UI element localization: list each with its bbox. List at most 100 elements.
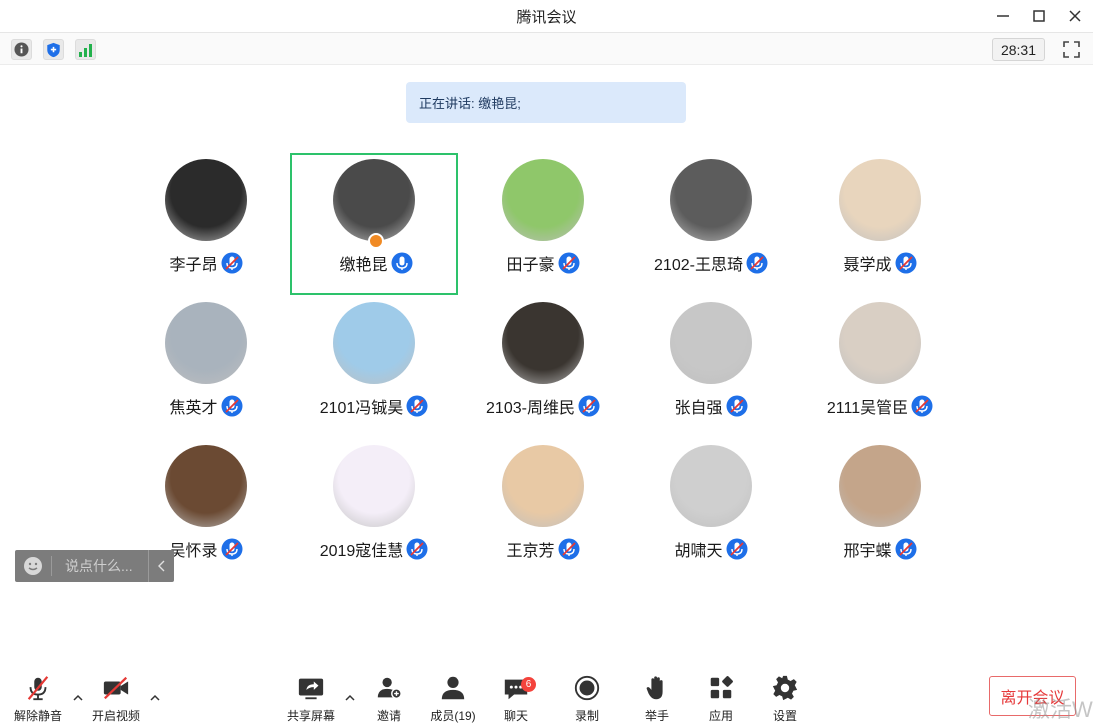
participant-name: 缴艳昆 <box>339 257 388 274</box>
mic-muted-icon <box>895 538 916 560</box>
mic-muted-icon <box>406 395 428 417</box>
participant-tile[interactable]: 2101冯铖昊 <box>290 296 458 438</box>
activation-watermark: 激活W <box>1028 697 1093 722</box>
participant-name: 张自强 <box>674 400 723 417</box>
mic-muted-icon <box>221 395 242 417</box>
maximize-icon <box>1033 10 1045 22</box>
chat-collapse-button[interactable] <box>148 550 174 582</box>
participant-name: 聂学成 <box>843 257 892 274</box>
participant-tile[interactable]: 田子豪 <box>459 153 627 295</box>
participant-name: 2111吴管臣 <box>826 400 909 417</box>
emoji-icon <box>24 557 42 575</box>
participant-tile[interactable]: 张自强 <box>627 296 795 438</box>
record-icon <box>574 675 600 701</box>
share-screen-icon <box>298 678 324 700</box>
chevron-left-icon <box>157 560 164 572</box>
record-label: 录制 <box>574 709 599 723</box>
meeting-toolbar: 28:31 <box>0 32 1093 65</box>
participant-tile[interactable]: 胡啸天 <box>627 439 795 581</box>
participant-label: 2101冯铖昊 <box>290 394 458 418</box>
fullscreen-icon <box>1063 41 1080 58</box>
emoji-button[interactable] <box>15 550 51 582</box>
chat-button[interactable]: 6 聊天 <box>486 674 546 724</box>
invite-label: 邀请 <box>376 709 401 723</box>
participant-tile[interactable]: 2111吴管臣 <box>796 296 964 438</box>
participant-tile[interactable]: 2019寇佳慧 <box>290 439 458 581</box>
chat-unread-badge: 6 <box>521 677 536 692</box>
participant-name: 2103-周维民 <box>486 400 575 417</box>
shield-icon <box>47 42 60 57</box>
speaking-banner: 正在讲话: 缴艳昆; <box>406 82 686 123</box>
signal-icon <box>79 43 92 57</box>
mic-muted-icon <box>911 395 933 417</box>
participant-tile[interactable]: 焦英才 <box>122 296 290 438</box>
apps-button[interactable]: 应用 <box>691 674 751 724</box>
mic-muted-icon <box>27 676 49 701</box>
participant-label: 焦英才 <box>122 394 290 418</box>
avatar <box>670 159 752 241</box>
share-screen-label: 共享屏幕 <box>286 709 335 723</box>
fullscreen-button[interactable] <box>1061 39 1082 60</box>
avatar <box>670 302 752 384</box>
participant-tile[interactable]: 缴艳昆 <box>290 153 458 295</box>
participant-name: 焦英才 <box>169 400 218 417</box>
participant-label: 王京芳 <box>459 537 627 561</box>
mic-muted-icon <box>221 538 242 560</box>
avatar <box>839 302 921 384</box>
participant-tile[interactable]: 李子昂 <box>122 153 290 295</box>
participant-label: 2019寇佳慧 <box>290 537 458 561</box>
window-title: 腾讯会议 <box>516 8 577 26</box>
mic-muted-icon <box>726 538 747 560</box>
participant-label: 张自强 <box>627 394 795 418</box>
start-video-button[interactable]: 开启视频 <box>86 674 146 724</box>
avatar <box>333 302 415 384</box>
mic-muted-icon <box>746 252 768 274</box>
invite-button[interactable]: 邀请 <box>359 674 419 724</box>
members-button[interactable]: 成员(19) <box>423 674 483 724</box>
participant-tile[interactable]: 2102-王思琦 <box>627 153 795 295</box>
close-button[interactable] <box>1057 0 1093 32</box>
participant-name: 胡啸天 <box>674 543 723 560</box>
video-options-chevron-icon[interactable] <box>149 692 161 704</box>
info-button[interactable] <box>11 39 32 60</box>
maximize-button[interactable] <box>1021 0 1057 32</box>
participant-label: 李子昂 <box>122 251 290 275</box>
participant-label: 2103-周维民 <box>459 394 627 418</box>
avatar <box>502 445 584 527</box>
apps-icon <box>710 676 733 699</box>
security-button[interactable] <box>43 39 64 60</box>
mic-muted-icon <box>406 538 428 560</box>
unmute-button[interactable]: 解除静音 <box>8 674 68 724</box>
participant-tile[interactable]: 邢宇蝶 <box>796 439 964 581</box>
window-controls <box>985 0 1093 32</box>
share-options-chevron-icon[interactable] <box>344 692 356 704</box>
participant-name: 李子昂 <box>169 257 218 274</box>
participant-label: 2111吴管臣 <box>796 394 964 418</box>
avatar <box>670 445 752 527</box>
title-bar: 腾讯会议 <box>0 0 1093 32</box>
network-signal-button[interactable] <box>75 39 96 60</box>
participant-name: 2102-王思琦 <box>654 257 743 274</box>
participant-name: 田子豪 <box>506 257 555 274</box>
share-screen-button[interactable]: 共享屏幕 <box>281 674 341 724</box>
gear-icon <box>772 675 798 701</box>
start-video-label: 开启视频 <box>91 709 140 723</box>
raise-hand-label: 举手 <box>644 709 669 723</box>
audio-options-chevron-icon[interactable] <box>72 692 84 704</box>
participant-name: 吴怀录 <box>169 543 218 560</box>
participant-tile[interactable]: 2103-周维民 <box>459 296 627 438</box>
chat-input[interactable]: 说点什么... <box>15 550 174 582</box>
avatar <box>333 445 415 527</box>
add-user-icon <box>377 677 402 699</box>
avatar <box>502 302 584 384</box>
raise-hand-button[interactable]: 举手 <box>627 674 687 724</box>
participant-label: 邢宇蝶 <box>796 537 964 561</box>
participant-tile[interactable]: 王京芳 <box>459 439 627 581</box>
unmute-label: 解除静音 <box>13 709 62 723</box>
record-button[interactable]: 录制 <box>557 674 617 724</box>
participant-name: 2019寇佳慧 <box>319 543 404 560</box>
mic-muted-icon <box>558 252 579 274</box>
settings-button[interactable]: 设置 <box>755 674 815 724</box>
participant-tile[interactable]: 聂学成 <box>796 153 964 295</box>
minimize-button[interactable] <box>985 0 1021 32</box>
